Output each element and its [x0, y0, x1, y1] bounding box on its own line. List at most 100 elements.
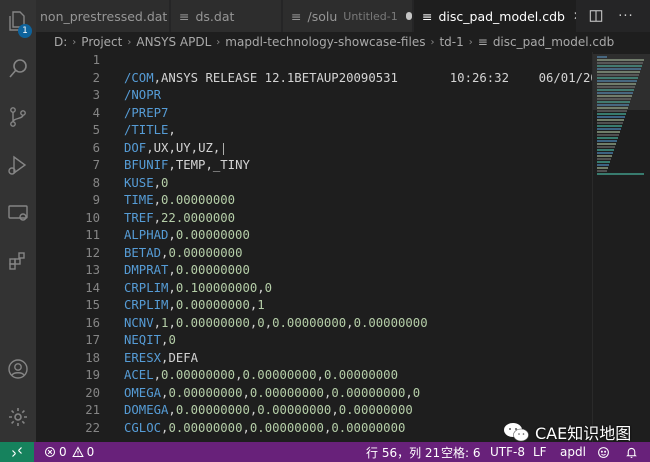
end-of-line[interactable]: LF	[533, 442, 547, 462]
minimap-slider[interactable]	[593, 54, 650, 110]
code-line[interactable]: 13 DMPRAT,0.00000000	[36, 262, 592, 280]
language-mode[interactable]: apdl	[560, 442, 586, 462]
code-line[interactable]: 1	[36, 52, 592, 70]
split-editor-icon[interactable]	[586, 6, 606, 26]
line-number: 10	[85, 210, 100, 225]
text-cursor-icon	[223, 142, 224, 155]
line-number: 22	[85, 420, 100, 435]
code-line[interactable]: 10 TREF,22.0000000	[36, 210, 592, 228]
line-number: 3	[92, 88, 100, 102]
code-line[interactable]: 4/PREP7	[36, 105, 592, 123]
code-text: TREF,22.0000000	[124, 210, 236, 225]
code-line[interactable]: 17 NEQIT,0	[36, 332, 592, 350]
account-icon[interactable]	[5, 356, 31, 382]
tab-label: /solu	[307, 8, 338, 24]
unsaved-dot-icon[interactable]	[405, 12, 412, 20]
chevron-right-icon: ›	[216, 36, 221, 48]
problems-indicator[interactable]: 0 0	[44, 445, 94, 459]
encoding[interactable]: UTF-8	[490, 442, 525, 462]
code-editor[interactable]: 1 2/COM,ANSYS RELEASE 12.1BETAUP20090531 …	[36, 52, 592, 442]
code-line[interactable]: 2/COM,ANSYS RELEASE 12.1BETAUP20090531 1…	[36, 70, 592, 88]
more-actions-icon[interactable]: ···	[616, 6, 636, 26]
code-line[interactable]: 14 CRPLIM,0.100000000,0	[36, 280, 592, 298]
code-line[interactable]: 19 ACEL,0.00000000,0.00000000,0.00000000	[36, 367, 592, 385]
code-line[interactable]: 21 DOMEGA,0.00000000,0.00000000,0.0000000…	[36, 402, 592, 420]
code-text: ACEL,0.00000000,0.00000000,0.00000000	[124, 368, 398, 382]
remote-indicator-icon[interactable]	[0, 442, 34, 462]
extensions-icon[interactable]	[5, 248, 31, 274]
minimap-line	[597, 173, 644, 175]
indentation[interactable]: 空格: 6	[441, 442, 481, 462]
minimap-line	[597, 110, 627, 112]
minimap-line	[597, 167, 608, 169]
minimap-line	[597, 170, 607, 172]
minimap-line	[597, 122, 623, 124]
minimap-line	[597, 128, 621, 130]
code-line[interactable]: 7 BFUNIF,TEMP,_TINY	[36, 157, 592, 175]
minimap-line	[597, 116, 625, 118]
chevron-right-icon: ›	[72, 36, 77, 48]
minimap-line	[597, 125, 622, 127]
notifications-bell-icon[interactable]	[625, 442, 638, 462]
line-number: 8	[92, 175, 100, 190]
line-number: 7	[92, 158, 100, 172]
code-line[interactable]: 11 ALPHAD,0.00000000	[36, 227, 592, 245]
tab-solu-untitled[interactable]: ≡ /solu Untitled-1	[283, 0, 413, 32]
code-line[interactable]: 9 TIME,0.00000000	[36, 192, 592, 210]
code-line[interactable]: 3/NOPR	[36, 87, 592, 105]
line-number: 20	[85, 385, 100, 400]
breadcrumb-ansys-apdl[interactable]: ANSYS APDL	[136, 35, 211, 49]
code-line[interactable]: 15 CRPLIM,0.00000000,1	[36, 297, 592, 315]
breadcrumb-td1[interactable]: td-1	[439, 35, 463, 49]
tab-label: ds.dat	[195, 8, 235, 24]
line-number: 12	[85, 245, 100, 260]
error-count: 0	[59, 445, 67, 459]
tab-label: disc_pad_model.cdb	[438, 8, 565, 24]
code-line[interactable]: 12 BETAD,0.00000000	[36, 245, 592, 263]
minimap[interactable]	[592, 52, 650, 442]
search-icon[interactable]	[5, 56, 31, 82]
minimap-line	[597, 143, 616, 145]
run-debug-icon[interactable]	[5, 152, 31, 178]
code-line[interactable]: 20 OMEGA,0.00000000,0.00000000,0.00000000…	[36, 385, 592, 403]
minimap-line	[597, 134, 619, 136]
code-line[interactable]: 18 ERESX,DEFA	[36, 350, 592, 368]
file-icon: ≡	[477, 35, 488, 49]
tab-label: non_prestressed.dat	[40, 8, 168, 24]
code-text: KUSE,0	[124, 175, 169, 190]
activity-bar: 1	[0, 0, 36, 442]
minimap-line	[597, 137, 618, 139]
code-line[interactable]: 6 DOF,UX,UY,UZ,	[36, 140, 592, 158]
line-number: 13	[85, 263, 100, 277]
code-text: /COM,ANSYS RELEASE 12.1BETAUP20090531 10…	[124, 70, 592, 85]
code-line[interactable]: 16 NCNV,1,0.00000000,0,0.00000000,0.00000…	[36, 315, 592, 333]
line-number: 16	[85, 315, 100, 330]
watermark-text: CAE知识地图	[535, 424, 632, 443]
code-line[interactable]: 8 KUSE,0	[36, 175, 592, 193]
minimap-line	[597, 152, 613, 154]
cursor-position[interactable]: 行 56，列 21	[366, 442, 440, 462]
code-text: CGLOC,0.00000000,0.00000000,0.00000000	[124, 420, 406, 435]
minimap-line	[597, 155, 612, 157]
code-text: /TITLE,	[124, 123, 176, 137]
tab-non-prestressed[interactable]: non_prestressed.dat	[36, 0, 170, 32]
breadcrumb-project[interactable]: Project	[81, 35, 122, 49]
breadcrumb-showcase-files[interactable]: mapdl-technology-showcase-files	[225, 35, 425, 49]
chevron-right-icon: ›	[127, 36, 132, 48]
tab-ds-dat[interactable]: ≡ ds.dat	[171, 0, 282, 32]
feedback-icon[interactable]	[597, 442, 610, 462]
code-text: OMEGA,0.00000000,0.00000000,0.00000000,0	[124, 385, 421, 400]
line-number: 17	[85, 333, 100, 347]
line-number: 15	[85, 298, 100, 312]
settings-gear-icon[interactable]	[5, 404, 31, 430]
line-number: 21	[85, 403, 100, 417]
tab-disc-pad-model[interactable]: ≡ disc_pad_model.cdb ✕	[414, 0, 577, 32]
tab-sublabel: Untitled-1	[343, 9, 398, 23]
breadcrumb-file[interactable]: disc_pad_model.cdb	[493, 35, 614, 49]
breadcrumb-drive[interactable]: D:	[54, 35, 67, 49]
source-control-icon[interactable]	[5, 104, 31, 130]
remote-explorer-icon[interactable]	[5, 200, 31, 226]
code-text: CRPLIM,0.100000000,0	[124, 280, 273, 295]
code-line[interactable]: 5/TITLE,	[36, 122, 592, 140]
close-icon[interactable]: ✕	[573, 9, 576, 23]
